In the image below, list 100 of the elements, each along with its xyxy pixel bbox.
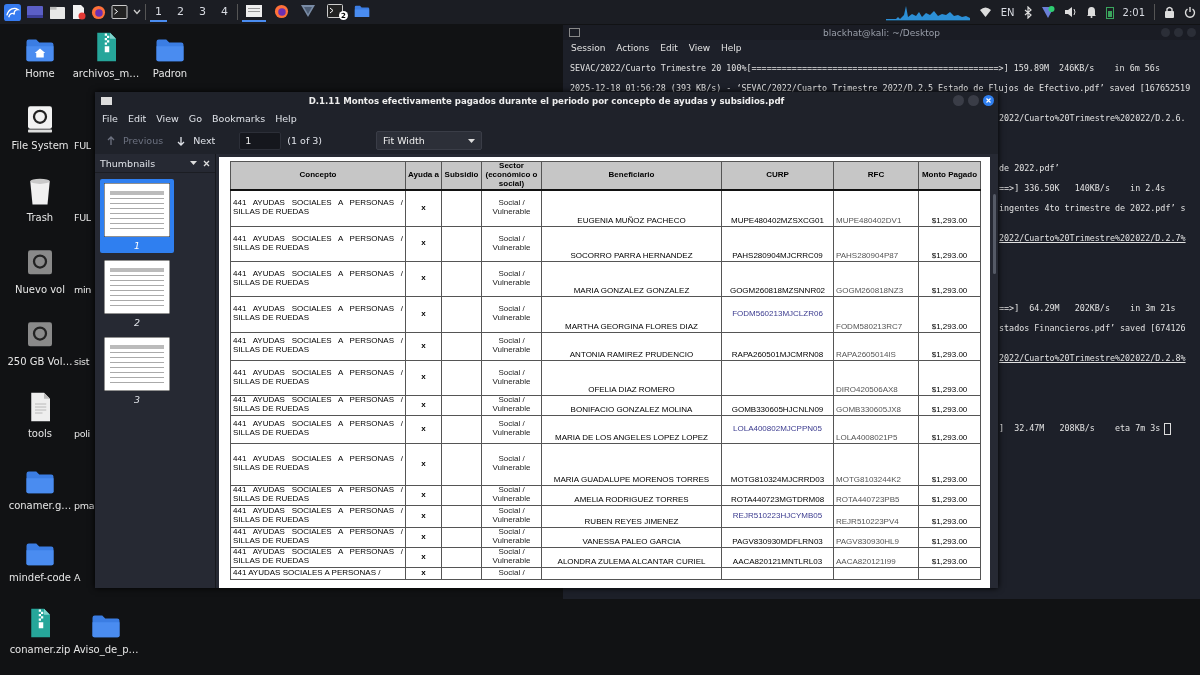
icon-label[interactable]: Padron — [152, 68, 188, 79]
terminal-icon — [327, 4, 343, 18]
dragon-icon[interactable] — [4, 3, 21, 21]
menu-item[interactable]: Session — [571, 42, 606, 53]
icon-label[interactable]: Nuevo vol — [15, 284, 65, 295]
terminal-link[interactable]: 2022/Cuarto%20Trimestre%202022/D.2.8% — [999, 353, 1186, 363]
table-cell: GOGM260818MZSNNR02 — [729, 285, 826, 295]
table-cell: x — [405, 567, 442, 579]
text-editor-icon[interactable] — [71, 4, 86, 20]
icon-label[interactable]: pma — [74, 500, 95, 511]
menu-item[interactable]: Help — [275, 113, 297, 124]
menu-item[interactable]: View — [156, 113, 179, 124]
folder-icon — [25, 542, 55, 566]
window-title: D.1.11 Montos efectivamente pagados durante el periodo por concepto de ayudas y subsidios.pdf — [308, 96, 785, 106]
page-thumbnail-image — [104, 260, 170, 314]
icon-label[interactable]: 250 GB Vol… — [7, 356, 73, 367]
table-cell: ANTONIA RAMIREZ PRUDENCIO — [569, 349, 694, 359]
keyboard-layout[interactable]: EN — [1000, 6, 1015, 18]
shield-icon[interactable] — [1040, 5, 1055, 19]
icon-label[interactable]: min — [74, 284, 91, 295]
terminal-line: stados Financieros.pdf’ saved [674126 — [999, 323, 1186, 333]
icon-label[interactable]: archivos_m… — [72, 68, 140, 79]
caret-icon[interactable] — [133, 9, 141, 15]
bell-icon[interactable] — [1085, 6, 1097, 18]
terminal-icon — [569, 28, 580, 37]
icon-label[interactable]: Home — [25, 68, 55, 79]
table-cell: LOLA400802MJCPPN05 — [733, 423, 822, 433]
table-cell: x — [405, 485, 442, 505]
close-button[interactable] — [983, 95, 994, 106]
table-cell: $1,293.00 — [931, 321, 968, 331]
network-icon[interactable] — [978, 6, 992, 18]
terminal-line: SEVAC/2022/Cuarto Trimestre 20 100%[=================================================>] 159.89M 246KB/s in 6m 56s — [570, 63, 1160, 73]
page-thumbnail-image — [104, 337, 170, 391]
home-folder-icon — [25, 38, 55, 62]
table-cell: Social / Vulnerable — [481, 485, 542, 505]
table-cell: PAHS280904MJCRRC09 — [732, 250, 823, 260]
table-cell: 441 AYUDAS SOCIALES A PERSONAS / SILLAS DE RUEDAS — [230, 395, 406, 415]
icon-label[interactable]: poli — [74, 428, 90, 439]
menu-item[interactable]: Go — [188, 113, 203, 124]
browser-icon[interactable] — [91, 4, 106, 20]
table-cell: AACA820121MNTLRL03 — [732, 556, 823, 566]
desktop-icon[interactable] — [26, 5, 44, 19]
bluetooth-icon[interactable] — [1023, 5, 1032, 19]
menu-item[interactable]: File — [102, 113, 118, 124]
icon-label[interactable]: Trash — [26, 212, 54, 223]
page-number-field[interactable]: 1 — [239, 131, 282, 150]
table-cell: 441 AYUDAS SOCIALES A PERSONAS / SILLAS DE RUEDAS — [230, 190, 406, 226]
workspace-button[interactable]: 3 — [194, 2, 211, 22]
menu-item[interactable]: Help — [721, 42, 742, 53]
terminal-line: 2022/Cuarto%20Trimestre%202022/D.2.6. — [999, 113, 1186, 123]
column-header: CURP — [721, 161, 834, 190]
archive-icon — [94, 32, 118, 62]
workspace-button[interactable]: 2 — [172, 2, 189, 22]
zoom-dropdown[interactable]: Fit Width — [376, 131, 482, 150]
menu-item[interactable]: Edit — [660, 42, 678, 53]
volume-icon[interactable] — [1063, 6, 1077, 18]
page-thumbnail[interactable]: 1 — [100, 179, 174, 253]
icon-label[interactable]: FUL — [74, 140, 91, 151]
window-icon — [101, 97, 112, 105]
icon-label[interactable]: conamer.zip — [9, 644, 71, 655]
page-thumbnail[interactable]: 2 — [100, 256, 174, 330]
table-cell: BONIFACIO GONZALEZ MOLINA — [570, 404, 693, 414]
table-cell: FODM580213RC7 — [836, 321, 903, 331]
battery-icon[interactable] — [1105, 5, 1114, 19]
column-header: Concepto — [230, 161, 406, 190]
table-cell: $1,293.00 — [931, 556, 968, 566]
folder-icon — [25, 470, 55, 494]
icon-label[interactable]: mindef-code — [8, 572, 72, 583]
table-cell: 441 AYUDAS SOCIALES A PERSONAS / SILLAS DE RUEDAS — [230, 485, 406, 505]
table-cell: 441 AYUDAS SOCIALES A PERSONAS / SILLAS DE RUEDAS — [230, 527, 406, 547]
icon-label[interactable]: conamer.g… — [8, 500, 72, 511]
document-viewer-icon — [245, 4, 263, 18]
menu-item[interactable]: Edit — [127, 113, 147, 124]
file-manager-icon[interactable] — [49, 4, 66, 20]
scrollbar[interactable] — [993, 194, 996, 274]
table-cell: GOGM260818NZ3 — [836, 285, 904, 295]
terminal-icon[interactable] — [111, 5, 128, 19]
menu-item[interactable]: Actions — [616, 42, 650, 53]
icon-label[interactable]: A — [74, 572, 81, 583]
close-icon[interactable] — [203, 159, 210, 167]
menu-item[interactable]: View — [688, 42, 711, 53]
page-thumbnail[interactable]: 3 — [100, 333, 174, 407]
caret-icon[interactable] — [190, 161, 197, 165]
icon-label[interactable]: Aviso_de_p… — [73, 644, 139, 655]
task-button[interactable] — [242, 2, 266, 22]
icon-label[interactable]: File System — [11, 140, 69, 151]
lock-icon[interactable] — [1164, 6, 1175, 18]
power-icon[interactable] — [1184, 6, 1196, 18]
workspace-button[interactable]: 4 — [216, 2, 233, 22]
menu-item[interactable]: Bookmarks — [212, 113, 266, 124]
workspace-button[interactable]: 1 — [150, 2, 167, 22]
table-cell: Social / Vulnerable — [481, 226, 542, 261]
icon-label[interactable]: FUL — [74, 212, 91, 223]
table-cell: $1,293.00 — [931, 285, 968, 295]
table-cell: x — [405, 360, 442, 395]
table-cell: x — [405, 332, 442, 360]
terminal-link[interactable]: 2022/Cuarto%20Trimestre%202022/D.2.7% — [999, 233, 1186, 243]
next-button[interactable]: Next — [173, 133, 220, 148]
icon-label[interactable]: tools — [27, 428, 53, 439]
icon-label[interactable]: sist — [74, 356, 90, 367]
